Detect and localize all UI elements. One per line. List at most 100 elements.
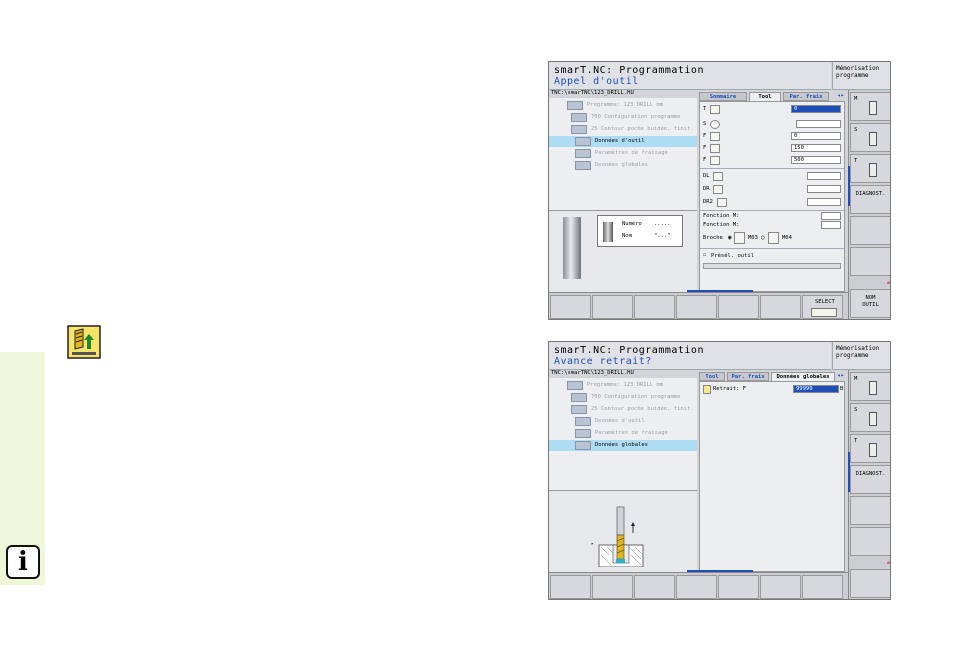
softkey-diagnost[interactable]: DIAGNOST. <box>850 465 890 494</box>
field-dr2: DR2 <box>703 198 843 208</box>
rbar-scroll-icon: ⇄ <box>886 280 890 286</box>
numero-value: ..... <box>654 221 671 227</box>
tab-par-frais[interactable]: Par. frais <box>783 92 829 101</box>
vertical-softkey-bar: M S T DIAGNOST. ⇄ <box>848 370 890 599</box>
tab-tool[interactable]: Tool <box>749 92 781 101</box>
field-f2-input[interactable]: 150 <box>791 144 841 152</box>
softkey-diagnost[interactable]: DIAGNOST. <box>850 185 890 214</box>
softkey-2[interactable] <box>592 295 633 319</box>
tree-item-programme[interactable]: Programme: 123_DRILL mm <box>549 100 697 111</box>
program-tree: Programme: 123_DRILL mm 700 Configuratio… <box>549 98 697 216</box>
tree-item-config[interactable]: 700 Configuration programme <box>549 112 697 123</box>
softkey-empty-2[interactable] <box>850 527 890 556</box>
field-dr-input[interactable] <box>807 185 841 193</box>
softkey-7[interactable] <box>802 575 843 599</box>
softkey-t[interactable]: T <box>850 154 890 183</box>
tree-item-donnees-outil[interactable]: Données d'outil <box>549 416 697 427</box>
global-data-form: Retrait: F 99999 B <box>699 381 845 572</box>
tool-mini-icon <box>603 222 613 242</box>
rotate-cw-icon <box>734 232 745 244</box>
softkey-m[interactable]: M <box>850 92 890 121</box>
softkey-s[interactable]: S <box>850 123 890 152</box>
fonction-m2-input[interactable] <box>821 221 841 229</box>
field-s-input[interactable] <box>796 120 841 128</box>
tool-table-icon <box>811 308 837 317</box>
softkey-empty-1[interactable] <box>850 216 890 245</box>
softkey-bar <box>549 572 849 599</box>
softkey-1[interactable] <box>550 295 591 319</box>
tab-scroll-icon[interactable]: ◂▸ <box>837 372 844 379</box>
field-fonction-m2: Fonction M: <box>703 221 843 231</box>
milling-params-icon <box>575 149 591 158</box>
softkey-1[interactable] <box>550 575 591 599</box>
softkey-5[interactable] <box>718 575 759 599</box>
tree-item-donnees-globales[interactable]: Données globales <box>549 160 697 171</box>
header: smarT.NC: Programmation Avance retrait? <box>549 342 831 370</box>
m-function-icon <box>869 101 877 115</box>
field-t-input[interactable]: 0 <box>791 105 841 113</box>
pocket-icon <box>571 125 587 134</box>
softkey-s[interactable]: S <box>850 403 890 432</box>
field-dl-input[interactable] <box>807 172 841 180</box>
header-mode-line1: Mémorisation <box>836 345 880 352</box>
feed-milling-icon <box>710 156 720 165</box>
field-f1-input[interactable]: 0 <box>791 132 841 140</box>
help-graphic: Numéro ..... Nom "..." <box>549 210 697 292</box>
softkey-6[interactable] <box>760 295 801 319</box>
tree-item-parametres-fraisage[interactable]: Paramètres de fraisage <box>549 428 697 439</box>
field-dr2-input[interactable] <box>807 198 841 206</box>
softkey-4[interactable] <box>676 295 717 319</box>
tree-item-contour[interactable]: 25 Contour poche buidée, finit <box>549 124 697 135</box>
premsel-checkbox[interactable]: ☐ <box>703 252 706 258</box>
tree-item-donnees-globales[interactable]: Données globales <box>549 440 697 451</box>
tree-item-donnees-outil[interactable]: Données d'outil <box>549 136 697 147</box>
tool-change-icon <box>869 163 877 177</box>
tab-par-frais[interactable]: Par. frais <box>727 372 769 381</box>
header-mode-line2: programme <box>836 352 869 359</box>
retrait-marker: B <box>840 386 844 392</box>
softkey-5[interactable] <box>718 295 759 319</box>
softkey-empty-3[interactable] <box>850 569 890 598</box>
softkey-empty-1[interactable] <box>850 496 890 525</box>
header-title: smarT.NC: Programmation <box>554 345 704 356</box>
header-mode: Mémorisation programme <box>832 62 890 90</box>
tree-item-config[interactable]: 700 Configuration programme <box>549 392 697 403</box>
tab-tool[interactable]: Tool <box>699 372 725 381</box>
field-f3-input[interactable]: 500 <box>791 156 841 164</box>
tool-form: T 0 S F 0 F 150 F 500 DL DR DR2 Fonction… <box>699 101 845 292</box>
tab-scroll-icon[interactable]: ◂▸ <box>837 92 844 99</box>
tab-donnees-globales[interactable]: Données globales <box>771 372 835 381</box>
retrait-input[interactable]: 99999 <box>793 385 839 393</box>
retrait-label: Retrait: F <box>713 386 747 392</box>
m03-label: M03 <box>748 235 758 241</box>
softkey-t[interactable]: T <box>850 434 890 463</box>
tool-info-box: Numéro ..... Nom "..." <box>597 215 683 247</box>
softkey-3[interactable] <box>634 575 675 599</box>
softkey-2[interactable] <box>592 575 633 599</box>
tool-data-icon <box>575 137 591 146</box>
tree-item-contour[interactable]: 25 Contour poche buidée, finit <box>549 404 697 415</box>
file-path: TNC:\smarTNC\123_DRILL.HU <box>551 90 634 96</box>
tree-item-parametres-fraisage[interactable]: Paramètres de fraisage <box>549 148 697 159</box>
field-dr: DR <box>703 185 843 195</box>
fonction-m1-input[interactable] <box>821 212 841 220</box>
radio-m04[interactable]: ○ <box>761 234 765 241</box>
softkey-nom-outil[interactable]: NOM OUTIL <box>850 289 890 318</box>
softkey-6[interactable] <box>760 575 801 599</box>
divider <box>700 168 844 169</box>
divider <box>700 248 844 249</box>
header-mode-line2: programme <box>836 72 869 79</box>
softkey-empty-2[interactable] <box>850 247 890 276</box>
tab-bar: Sommaire Tool Par. frais ◂▸ <box>699 91 847 101</box>
delta-radius-icon <box>713 185 723 194</box>
softkey-select[interactable]: SELECT <box>802 295 843 319</box>
radio-m03[interactable]: ◉ <box>728 234 732 241</box>
premsel-input[interactable] <box>703 263 841 269</box>
softkey-3[interactable] <box>634 295 675 319</box>
premsel-label: Présél. outil <box>711 253 755 259</box>
header-subtitle: Avance retrait? <box>554 356 652 367</box>
tab-sommaire[interactable]: Sommaire <box>699 92 747 101</box>
softkey-4[interactable] <box>676 575 717 599</box>
softkey-m[interactable]: M <box>850 372 890 401</box>
tree-item-programme[interactable]: Programme: 123_DRILL mm <box>549 380 697 391</box>
